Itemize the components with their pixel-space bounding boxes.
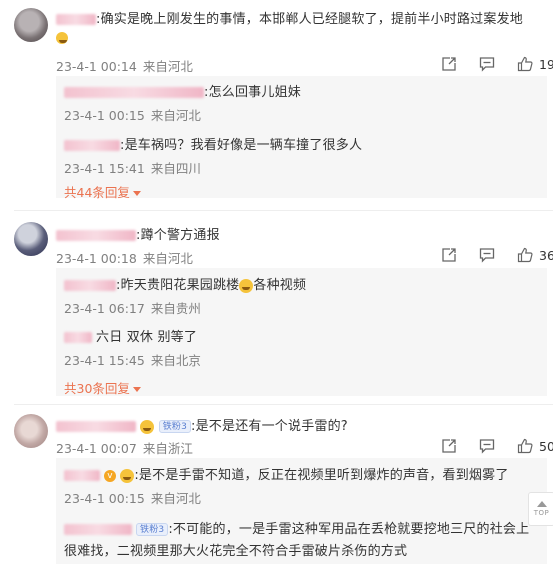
comment-location: 来自河北 xyxy=(142,59,193,74)
expand-replies-link[interactable]: 共30条回复 xyxy=(64,378,141,397)
like-count: 50 xyxy=(539,438,553,454)
username-redacted[interactable] xyxy=(56,230,136,241)
comment-icon[interactable] xyxy=(478,246,496,264)
share-icon[interactable] xyxy=(440,55,458,73)
comment-text: :蹲个警方通报 xyxy=(136,228,220,243)
reply-list: v :是不是手雷不知道，反正在视频里听到爆炸的声音，看到烟雾了 23-4-1 0… xyxy=(56,458,547,564)
username-redacted[interactable] xyxy=(64,470,100,481)
comment-actions: 50 xyxy=(440,437,553,455)
smiling-face-icon xyxy=(140,419,155,434)
reply-time: 23-4-1 00:15 xyxy=(64,108,145,123)
comment-time: 23-4-1 00:07 xyxy=(56,441,137,456)
share-icon[interactable] xyxy=(440,437,458,455)
reply-time: 23-4-1 06:17 xyxy=(64,301,145,316)
comment-icon[interactable] xyxy=(478,55,496,73)
reply-location: 来自贵州 xyxy=(150,301,201,316)
avatar[interactable] xyxy=(14,414,48,448)
comment-location: 来自河北 xyxy=(142,251,193,266)
comment-meta: 23-4-1 00:14 来自河北 xyxy=(56,56,193,75)
reply-item: :昨天贵阳花果园跳楼 各种视频 xyxy=(64,274,306,293)
reply-text: :怎么回事儿姐妹 xyxy=(204,85,301,100)
like-count: 195 xyxy=(539,56,553,72)
reply-item: :怎么回事儿姐妹 xyxy=(64,81,301,100)
reply-item: 铁粉3:不可能的，一是手雷这种军用品在丢枪就要挖地三尺的社会上 xyxy=(64,518,529,537)
comment-text: :确实是晚上刚发生的事情，本邯郸人已经腿软了，提前半小时路过案发地 xyxy=(96,12,523,27)
reply-text: 六日 双休 别等了 xyxy=(96,330,198,345)
back-to-top-button[interactable]: TOP xyxy=(528,492,553,526)
thumbs-up-icon[interactable] xyxy=(516,55,534,73)
expand-replies-label: 共30条回复 xyxy=(64,381,130,396)
reply-item: :是车祸吗？我看好像是一辆车撞了很多人 xyxy=(64,134,362,153)
back-to-top-label: TOP xyxy=(533,509,550,517)
reply-time: 23-4-1 15:41 xyxy=(64,161,145,176)
username-redacted[interactable] xyxy=(64,87,204,98)
reply-location: 来自河北 xyxy=(150,108,201,123)
comment-actions: 195 xyxy=(440,55,553,73)
reply-text-line2: 很难找，二视频里那大火花完全不符合手雷破片杀伤的方式 xyxy=(64,544,408,559)
reply-location: 来自河北 xyxy=(150,491,201,506)
thumbs-up-icon[interactable] xyxy=(516,246,534,264)
reply-list: :昨天贵阳花果园跳楼 各种视频 23-4-1 06:17 来自贵州 六日 双休 别等… xyxy=(56,268,547,396)
caret-down-icon xyxy=(132,387,141,392)
reply-location: 来自四川 xyxy=(150,161,201,176)
smiling-face-icon xyxy=(239,278,254,293)
share-icon[interactable] xyxy=(440,246,458,264)
reply-time: 23-4-1 15:45 xyxy=(64,353,145,368)
username-redacted[interactable] xyxy=(56,421,136,432)
smiling-face-icon xyxy=(120,468,135,483)
comment-actions: 36 xyxy=(440,246,553,264)
divider xyxy=(14,404,553,405)
comment-time: 23-4-1 00:14 xyxy=(56,59,137,74)
expand-replies-link[interactable]: 共44条回复 xyxy=(64,182,141,201)
thumbs-up-icon[interactable] xyxy=(516,437,534,455)
comment-meta: 23-4-1 00:18 来自河北 xyxy=(56,248,193,267)
comment-location: 来自浙江 xyxy=(142,441,193,456)
comment-icon[interactable] xyxy=(478,437,496,455)
avatar[interactable] xyxy=(14,8,48,42)
reply-list: :怎么回事儿姐妹 23-4-1 00:15 来自河北 :是车祸吗？我看好像是一辆车… xyxy=(56,76,547,201)
username-redacted[interactable] xyxy=(64,140,120,151)
reply-location: 来自北京 xyxy=(150,353,201,368)
reply-item: 六日 双休 别等了 xyxy=(64,326,197,345)
comment-text: :是不是还有一个说手雷的? xyxy=(191,419,348,434)
expand-replies-label: 共44条回复 xyxy=(64,185,130,200)
avatar[interactable] xyxy=(14,222,48,256)
reply-time: 23-4-1 00:15 xyxy=(64,491,145,506)
comment-time: 23-4-1 00:18 xyxy=(56,251,137,266)
fan-badge: 铁粉3 xyxy=(158,420,192,433)
username-redacted[interactable] xyxy=(64,524,132,535)
vip-badge-icon: v xyxy=(104,469,116,482)
like-count: 36 xyxy=(539,247,553,263)
username-redacted[interactable] xyxy=(64,280,116,291)
reply-text: :不可能的，一是手雷这种军用品在丢枪就要挖地三尺的社会上 xyxy=(168,522,530,537)
divider xyxy=(14,210,553,211)
username-redacted[interactable] xyxy=(64,332,92,343)
username-redacted[interactable] xyxy=(56,14,96,25)
reply-text: :是不是手雷不知道，反正在视频里听到爆炸的声音，看到烟雾了 xyxy=(134,468,509,483)
arrow-up-icon xyxy=(536,501,547,507)
caret-down-icon xyxy=(132,191,141,196)
reply-text: :是车祸吗？我看好像是一辆车撞了很多人 xyxy=(120,138,363,153)
fan-badge: 铁粉3 xyxy=(136,523,169,536)
smiling-face-icon xyxy=(56,31,68,44)
reply-item: v :是不是手雷不知道，反正在视频里听到爆炸的声音，看到烟雾了 xyxy=(64,464,509,483)
reply-text: :昨天贵阳花果园跳楼 xyxy=(116,278,240,293)
reply-text-continued: 各种视频 xyxy=(253,278,307,293)
comment-meta: 23-4-1 00:07 来自浙江 xyxy=(56,438,193,457)
